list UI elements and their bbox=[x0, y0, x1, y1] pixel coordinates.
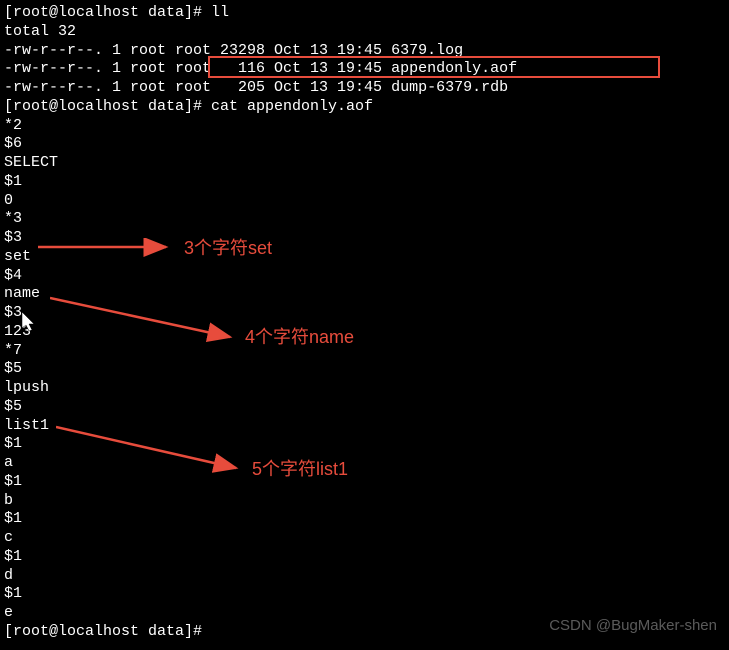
terminal-line: b bbox=[4, 492, 725, 511]
terminal-line: $5 bbox=[4, 360, 725, 379]
terminal-line: SELECT bbox=[4, 154, 725, 173]
terminal-line: $1 bbox=[4, 435, 725, 454]
terminal-line: *3 bbox=[4, 210, 725, 229]
terminal-line: 0 bbox=[4, 192, 725, 211]
terminal-line: $6 bbox=[4, 135, 725, 154]
terminal-line: e bbox=[4, 604, 725, 623]
terminal-line: -rw-r--r--. 1 root root 23298 Oct 13 19:… bbox=[4, 42, 725, 61]
terminal-output: [root@localhost data]# ll total 32 -rw-r… bbox=[4, 4, 725, 642]
terminal-line: list1 bbox=[4, 417, 725, 436]
terminal-line: name bbox=[4, 285, 725, 304]
terminal-line: $1 bbox=[4, 585, 725, 604]
terminal-line: $1 bbox=[4, 173, 725, 192]
terminal-line: $4 bbox=[4, 267, 725, 286]
terminal-line: a bbox=[4, 454, 725, 473]
terminal-line: c bbox=[4, 529, 725, 548]
terminal-line: d bbox=[4, 567, 725, 586]
terminal-line: lpush bbox=[4, 379, 725, 398]
terminal-line: -rw-r--r--. 1 root root 116 Oct 13 19:45… bbox=[4, 60, 725, 79]
terminal-line: $3 bbox=[4, 304, 725, 323]
terminal-line: [root@localhost data]# ll bbox=[4, 4, 725, 23]
terminal-line: $1 bbox=[4, 473, 725, 492]
terminal-line: $5 bbox=[4, 398, 725, 417]
terminal-line: *2 bbox=[4, 117, 725, 136]
terminal-line: [root@localhost data]# cat appendonly.ao… bbox=[4, 98, 725, 117]
terminal-line: $1 bbox=[4, 548, 725, 567]
terminal-line: *7 bbox=[4, 342, 725, 361]
terminal-line: -rw-r--r--. 1 root root 205 Oct 13 19:45… bbox=[4, 79, 725, 98]
terminal-line: $1 bbox=[4, 510, 725, 529]
terminal-line: set bbox=[4, 248, 725, 267]
terminal-line: total 32 bbox=[4, 23, 725, 42]
terminal-prompt[interactable]: [root@localhost data]# bbox=[4, 623, 725, 642]
terminal-line: $3 bbox=[4, 229, 725, 248]
terminal-line: 123 bbox=[4, 323, 725, 342]
